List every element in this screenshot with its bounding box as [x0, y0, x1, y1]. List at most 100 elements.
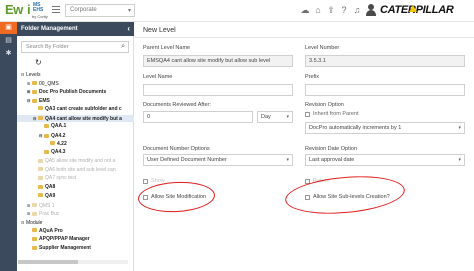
tree-item[interactable]: ⊟ QA4.2 [17, 132, 134, 139]
tree-item[interactable]: 4.22 [17, 141, 134, 148]
revision-date-option-value: Last approval date [309, 157, 355, 163]
tree-item[interactable]: QA4.3 [17, 149, 134, 156]
folder-icon [32, 245, 37, 250]
folder-icon [32, 90, 37, 95]
tree-item-label: APQP/PPAP Manager [39, 236, 90, 243]
folder-icon [38, 167, 43, 172]
tree-item-label: QA4.3 [51, 149, 66, 156]
tree-item[interactable]: ⊞ 00_QMS [17, 80, 134, 87]
logo-letter: i [27, 2, 31, 17]
tree-item[interactable]: ⊟ Levels [17, 71, 134, 78]
parent-level-name-label: Parent Level Name [143, 45, 191, 51]
red-annotation-circle-left [137, 180, 216, 214]
tree-item[interactable]: QA3 cant create subfolder and c [17, 106, 134, 113]
hamburger-menu-icon[interactable] [52, 6, 60, 14]
inherit-from-parent-label: Inherit from Parent [313, 111, 359, 117]
logo-tagline: by Cority [32, 14, 48, 19]
tree-item[interactable]: APQP/PPAP Manager [17, 236, 134, 243]
tree-item[interactable]: ⊞ Doc Pro Publish Documents [17, 88, 134, 95]
tree-item-label: EMS [39, 98, 50, 105]
bell-icon[interactable]: ♫ [352, 5, 362, 15]
parent-level-name-field[interactable]: EMSQA4 cant allow site modify but allow … [143, 55, 293, 67]
revision-date-option-select[interactable]: Last approval date ▾ [305, 154, 465, 166]
level-number-field[interactable]: 3.5.3.1 [305, 55, 465, 67]
icon-rail: ▣ ▤ ✱ [0, 22, 17, 271]
document-number-options-select[interactable]: User Defined Document Number ▾ [143, 154, 293, 166]
tree-item[interactable]: QA8 [17, 184, 134, 191]
chevron-down-icon: ▾ [286, 114, 289, 120]
tree-item-label: QA3 cant create subfolder and c [45, 105, 122, 112]
tree-item-label: Prac Buc [39, 211, 60, 218]
caterpillar-logo-triangle [409, 5, 417, 12]
folder-icon [44, 149, 49, 154]
folder-icon [32, 236, 37, 241]
cloud-upload-icon[interactable]: ☁ [300, 5, 310, 15]
refresh-icon[interactable]: ↻ [35, 58, 42, 67]
tree-item[interactable]: Supplier Management [17, 245, 134, 252]
tree-item[interactable]: QAA.1 [17, 123, 134, 130]
tree-item[interactable]: ⊟ QA4 cant allow site modify but a [17, 114, 134, 122]
folder-search-placeholder: Search By Folder [26, 44, 69, 50]
folder-icon [38, 176, 43, 181]
folder-panel-header: Folder Management ‹ [17, 22, 134, 36]
documents-reviewed-after-label: Documents Reviewed After: [143, 102, 211, 108]
search-icon[interactable]: ⌕ [121, 43, 125, 51]
home-icon[interactable]: ⌂ [313, 5, 323, 15]
tree-item-label: QA4 cant allow site modify but a [45, 115, 122, 122]
folder-icon [44, 133, 49, 138]
tree-item-label: QMS 1 [39, 202, 55, 209]
tree-item-label: QA8 [45, 184, 56, 191]
folder-search-input[interactable]: Search By Folder ⌕ [21, 41, 129, 53]
tree-item[interactable]: ⊟ Module [17, 219, 134, 226]
tree-item-label: Module [26, 219, 43, 226]
folder-icon[interactable]: ▣ [0, 22, 17, 34]
revision-option-select[interactable]: DocPro automatically increments by 1 ▾ [305, 122, 465, 134]
user-icon[interactable] [366, 4, 377, 16]
level-number-label: Level Number [305, 45, 340, 51]
chevron-down-icon: ▾ [458, 125, 461, 131]
folder-icon [32, 81, 37, 86]
review-period-unit-select[interactable]: Day ▾ [257, 111, 293, 123]
level-name-field[interactable] [143, 84, 293, 96]
gear-icon[interactable]: ✱ [0, 48, 17, 60]
tree-item[interactable]: ⊞ QMS 1 [17, 202, 134, 209]
revision-option-label: Revision Option [305, 102, 344, 108]
folder-icon [38, 158, 43, 163]
tree-item-label: Supplier Management [39, 245, 91, 251]
document-icon[interactable]: ▤ [0, 35, 17, 47]
folder-panel-title: Folder Management [21, 26, 78, 32]
tree-item-label: Levels [26, 72, 41, 78]
share-icon[interactable]: ⇪ [326, 5, 336, 15]
tree-item-label: AQuA Pro [39, 227, 63, 234]
company-select[interactable]: Corporate ▾ [65, 4, 135, 17]
ewims-logo[interactable]: Ew i MS EHS by Cority [5, 2, 49, 20]
help-icon[interactable]: ? [339, 5, 349, 15]
inherit-from-parent-checkbox[interactable] [305, 112, 310, 117]
chevron-down-icon: ▾ [127, 8, 131, 14]
tree-item[interactable]: ⊟ EMS [17, 97, 134, 104]
logo-superscript: MS EHS [33, 2, 44, 13]
chevron-down-icon: ▾ [286, 157, 289, 163]
app-window: Ew i MS EHS by Cority Corporate ▾ ☁ ⌂ ⇪ … [0, 0, 474, 271]
folder-icon [38, 116, 43, 121]
tree-horizontal-scrollbar[interactable] [18, 260, 128, 264]
tree-item[interactable]: ⊞ Prac Buc [17, 210, 134, 217]
folder-icon [32, 98, 37, 103]
ghost-checkbox-left [143, 179, 148, 184]
level-name-label: Level Name [143, 74, 173, 80]
prefix-field[interactable] [305, 84, 465, 96]
collapse-panel-icon[interactable]: ‹ [127, 24, 130, 33]
documents-reviewed-after-field[interactable]: 0 [143, 111, 253, 123]
tree-item-label: 4.22 [57, 140, 67, 147]
tree-item[interactable]: QA6 both site and sub level can [17, 167, 134, 174]
tree-item[interactable]: AQuA Pro [17, 228, 134, 235]
tree-item[interactable]: QA9 [17, 193, 134, 200]
document-number-options-value: User Defined Document Number [147, 157, 227, 163]
tree-item[interactable]: QA5 allow site modify and not a [17, 158, 134, 165]
tree-item[interactable]: QA7 sync test [17, 175, 134, 182]
tree-item-label: 00_QMS [39, 80, 59, 87]
tree-item-label: QAA.1 [51, 123, 67, 130]
logo-wordmark: Ew [5, 2, 23, 17]
folder-icon [38, 106, 43, 111]
folder-icon [44, 123, 49, 128]
